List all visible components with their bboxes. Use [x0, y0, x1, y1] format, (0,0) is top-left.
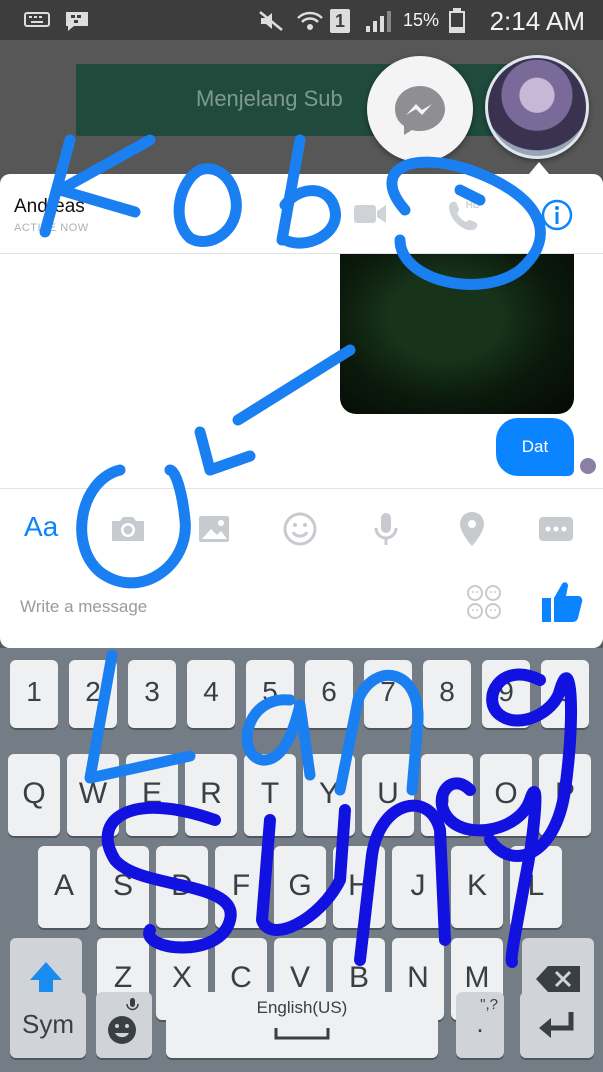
- chat-head-pointer: [529, 162, 549, 174]
- key-5[interactable]: 5: [246, 660, 294, 728]
- keyboard: 1 2 3 4 5 6 7 8 9 0 Q W E R T Y U I O P …: [0, 648, 603, 1072]
- key-t[interactable]: T: [244, 754, 296, 836]
- space-key[interactable]: English(US): [166, 992, 438, 1058]
- stickers-icon[interactable]: [466, 584, 502, 620]
- text-mode-button[interactable]: Aa: [24, 511, 58, 551]
- key-6[interactable]: 6: [305, 660, 353, 728]
- contact-chat-head-avatar[interactable]: [485, 55, 589, 159]
- key-d[interactable]: D: [156, 846, 208, 928]
- key-p[interactable]: P: [539, 754, 591, 836]
- status-bar: 1 15% 2:14 AM: [0, 0, 603, 40]
- wifi-icon: [297, 11, 323, 30]
- info-icon[interactable]: [540, 198, 574, 232]
- chat-header: Andreas ACTIVE NOW HD: [0, 174, 603, 254]
- message-list: Dat: [0, 254, 603, 488]
- blackberry-keyboard-icon: [24, 12, 50, 27]
- contact-status: ACTIVE NOW: [14, 222, 89, 234]
- sym-key[interactable]: Sym: [10, 992, 86, 1058]
- camera-icon[interactable]: [108, 509, 148, 549]
- enter-key[interactable]: [520, 992, 594, 1058]
- key-o[interactable]: O: [480, 754, 532, 836]
- location-pin-icon[interactable]: [452, 509, 492, 549]
- battery-icon: [449, 8, 465, 33]
- like-thumbs-up-icon[interactable]: [538, 578, 586, 626]
- contact-name[interactable]: Andreas: [14, 196, 85, 218]
- photo-message[interactable]: [340, 254, 574, 414]
- key-k[interactable]: K: [451, 846, 503, 928]
- emoji-voice-key[interactable]: [96, 992, 152, 1058]
- key-s[interactable]: S: [97, 846, 149, 928]
- key-2[interactable]: 2: [69, 660, 117, 728]
- battery-percent: 15%: [403, 10, 440, 30]
- bbm-icon: [66, 12, 88, 31]
- message-input[interactable]: [20, 592, 440, 622]
- video-call-icon[interactable]: [352, 200, 388, 228]
- punctuation-key[interactable]: ",? .: [456, 992, 504, 1058]
- key-e[interactable]: E: [126, 754, 178, 836]
- signal-icon: [366, 11, 391, 32]
- key-r[interactable]: R: [185, 754, 237, 836]
- gallery-icon[interactable]: [194, 509, 234, 549]
- key-h[interactable]: H: [333, 846, 385, 928]
- backspace-icon: [536, 966, 580, 992]
- read-receipt-avatar: [580, 458, 596, 474]
- key-w[interactable]: W: [67, 754, 119, 836]
- space-bar-icon: [274, 1028, 330, 1040]
- emoji-key-icon: [108, 998, 139, 1044]
- hd-voice-call-icon[interactable]: HD: [446, 198, 482, 230]
- key-8[interactable]: 8: [423, 660, 471, 728]
- key-3[interactable]: 3: [128, 660, 176, 728]
- outgoing-message-bubble[interactable]: Dat: [496, 418, 574, 476]
- clock: 2:14 AM: [489, 6, 585, 36]
- key-4[interactable]: 4: [187, 660, 235, 728]
- composer-toolbar: Aa: [0, 488, 603, 568]
- hd-label: HD: [466, 200, 480, 211]
- key-0[interactable]: 0: [541, 660, 589, 728]
- space-key-label: English(US): [256, 998, 348, 1017]
- microphone-icon[interactable]: [366, 509, 406, 549]
- key-l[interactable]: L: [510, 846, 562, 928]
- key-q[interactable]: Q: [8, 754, 60, 836]
- key-i[interactable]: I: [421, 754, 473, 836]
- key-7[interactable]: 7: [364, 660, 412, 728]
- background-banner-text: Menjelang Sub: [196, 86, 343, 111]
- messenger-chat-head[interactable]: [367, 56, 473, 162]
- mute-icon: [259, 11, 283, 31]
- messenger-icon: [395, 86, 445, 135]
- enter-arrow-icon: [539, 1012, 574, 1038]
- key-f[interactable]: F: [215, 846, 267, 928]
- sim-slot-badge: 1: [330, 9, 350, 33]
- key-y[interactable]: Y: [303, 754, 355, 836]
- chat-panel: Andreas ACTIVE NOW HD Dat Aa: [0, 174, 603, 648]
- key-j[interactable]: J: [392, 846, 444, 928]
- key-u[interactable]: U: [362, 754, 414, 836]
- key-a[interactable]: A: [38, 846, 90, 928]
- outgoing-message-text: Dat: [521, 437, 549, 456]
- more-options-icon[interactable]: [536, 509, 576, 549]
- key-9[interactable]: 9: [482, 660, 530, 728]
- emoji-icon[interactable]: [280, 509, 320, 549]
- key-g[interactable]: G: [274, 846, 326, 928]
- composer: [0, 568, 603, 648]
- key-1[interactable]: 1: [10, 660, 58, 728]
